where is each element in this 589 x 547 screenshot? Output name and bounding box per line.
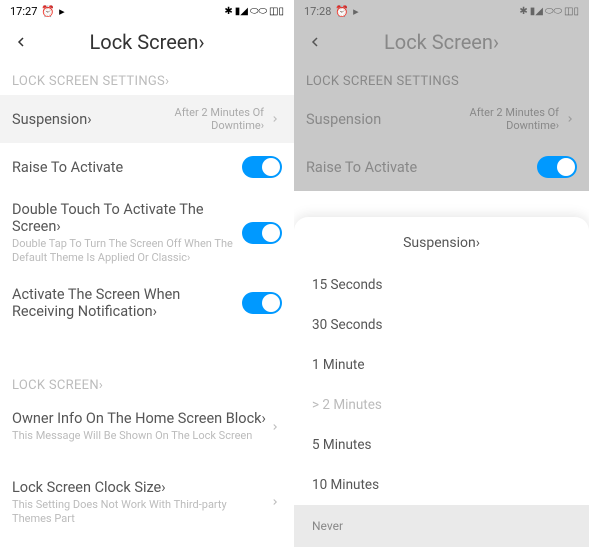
row-label: Double Touch To Activate The Screen› xyxy=(12,201,242,235)
wifi-icon: ⬭⬭ xyxy=(250,6,267,17)
option-15-seconds[interactable]: 15 Seconds xyxy=(294,265,589,305)
youtube-icon: ▸ xyxy=(59,5,65,18)
row-label: Activate The Screen When Receiving Notif… xyxy=(12,286,242,320)
row-activate-on-notification[interactable]: Activate The Screen When Receiving Notif… xyxy=(0,276,294,330)
row-owner-info[interactable]: Owner Info On The Home Screen Block› Thi… xyxy=(0,399,294,455)
row-label: Raise To Activate xyxy=(12,159,242,176)
toggle-notification[interactable] xyxy=(242,292,282,314)
section-lock-screen: LOCK SCREEN› xyxy=(0,370,294,399)
dimmed-background: 17:28 ⏰ ▸ ✱ ▮◢ ⬭⬭ ◫▯ Lock Screen› LOCK S… xyxy=(294,0,589,191)
row-suspension[interactable]: Suspension After 2 Minutes Of Downtime› xyxy=(294,95,589,143)
alarm-icon: ⏰ xyxy=(335,5,349,18)
row-label: Suspension› xyxy=(12,111,175,128)
screen-suspension-picker: 17:28 ⏰ ▸ ✱ ▮◢ ⬭⬭ ◫▯ Lock Screen› LOCK S… xyxy=(294,0,589,547)
row-label: Owner Info On The Home Screen Block› xyxy=(12,410,268,427)
option-10-minutes[interactable]: 10 Minutes xyxy=(294,465,589,505)
option-5-minutes[interactable]: 5 Minutes xyxy=(294,425,589,465)
row-sublabel: This Message Will Be Shown On The Lock S… xyxy=(12,429,268,443)
row-label: Raise To Activate xyxy=(306,159,537,176)
option-30-seconds[interactable]: 30 Seconds xyxy=(294,305,589,345)
row-clock-size[interactable]: Lock Screen Clock Size› This Setting Doe… xyxy=(0,469,294,537)
page-title: Lock Screen› xyxy=(326,30,557,54)
toggle-double-touch[interactable] xyxy=(242,222,282,244)
alarm-icon: ⏰ xyxy=(41,5,55,18)
option-1-minute[interactable]: 1 Minute xyxy=(294,345,589,385)
status-bar: 17:27 ⏰ ▸ ✱ ▮◢ ⬭⬭ ◫▯ xyxy=(0,0,294,22)
row-raise-to-activate[interactable]: Raise To Activate xyxy=(294,143,589,191)
battery-icon: ◫▯ xyxy=(269,6,284,17)
bluetooth-icon: ✱ xyxy=(519,6,527,17)
chevron-right-icon xyxy=(268,112,282,126)
toggle-raise[interactable] xyxy=(537,156,577,178)
section-lock-screen-settings: LOCK SCREEN SETTINGS› xyxy=(0,66,294,95)
row-value: After 2 Minutes Of Downtime› xyxy=(175,106,264,132)
row-double-touch[interactable]: Double Touch To Activate The Screen› Dou… xyxy=(0,191,294,276)
row-label: Lock Screen Clock Size› xyxy=(12,479,268,496)
wifi-icon: ⬭⬭ xyxy=(545,6,562,17)
status-time: 17:27 xyxy=(10,5,37,18)
row-value: After 2 Minutes Of Downtime› xyxy=(470,106,559,132)
signal-icon: ▮◢ xyxy=(530,6,543,17)
signal-icon: ▮◢ xyxy=(235,6,248,17)
status-bar: 17:28 ⏰ ▸ ✱ ▮◢ ⬭⬭ ◫▯ xyxy=(294,0,589,22)
youtube-icon: ▸ xyxy=(353,5,359,18)
header: Lock Screen› xyxy=(294,22,589,66)
chevron-right-icon xyxy=(563,112,577,126)
screen-settings: 17:27 ⏰ ▸ ✱ ▮◢ ⬭⬭ ◫▯ Lock Screen› LOCK S… xyxy=(0,0,294,547)
row-sublabel: This Setting Does Not Work With Third-pa… xyxy=(12,498,268,527)
toggle-raise[interactable] xyxy=(242,156,282,178)
section-lock-screen-settings: LOCK SCREEN SETTINGS xyxy=(294,66,589,95)
option-2-minutes[interactable]: > 2 Minutes xyxy=(294,385,589,425)
option-never[interactable]: Never xyxy=(294,505,589,547)
suspension-sheet: Suspension› 15 Seconds 30 Seconds 1 Minu… xyxy=(294,217,589,547)
chevron-right-icon xyxy=(268,495,282,509)
chevron-right-icon xyxy=(268,420,282,434)
row-raise-to-activate[interactable]: Raise To Activate xyxy=(0,143,294,191)
row-label: Suspension xyxy=(306,111,470,128)
header: Lock Screen› xyxy=(0,22,294,66)
page-title: Lock Screen› xyxy=(32,30,262,54)
row-sublabel: Double Tap To Turn The Screen Off When T… xyxy=(12,237,242,266)
sheet-title: Suspension› xyxy=(294,235,589,265)
row-suspension[interactable]: Suspension› After 2 Minutes Of Downtime› xyxy=(0,95,294,143)
back-button[interactable] xyxy=(304,31,326,53)
status-time: 17:28 xyxy=(304,5,331,18)
bluetooth-icon: ✱ xyxy=(224,6,232,17)
battery-icon: ◫▯ xyxy=(564,6,579,17)
back-button[interactable] xyxy=(10,31,32,53)
